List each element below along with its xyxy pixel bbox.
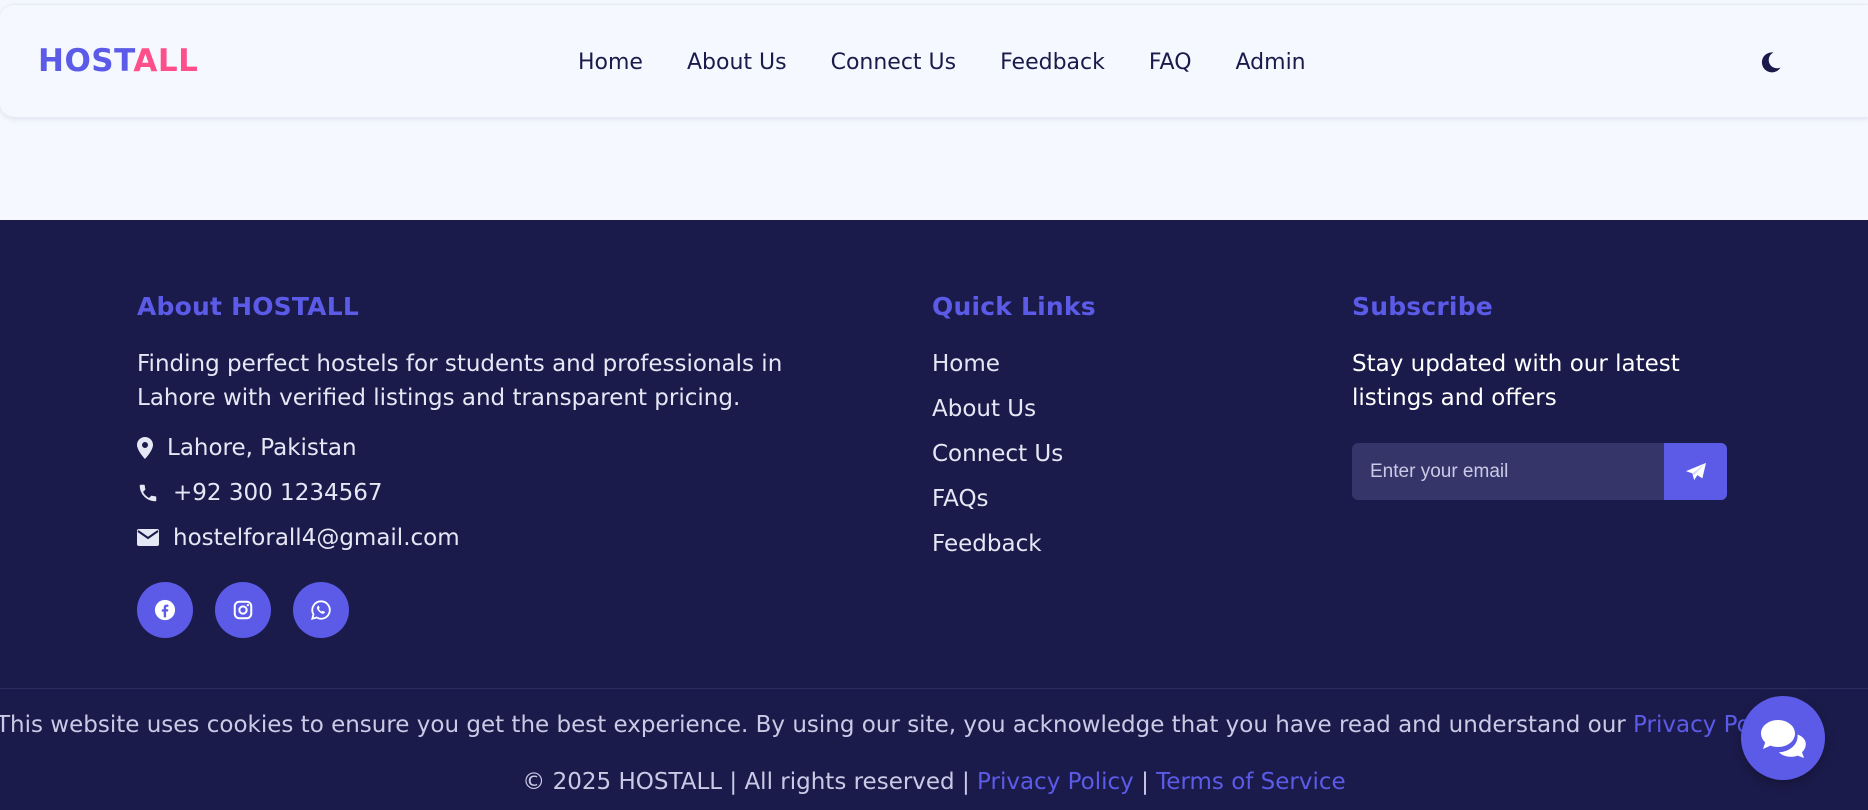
moon-icon (1761, 52, 1781, 73)
terms-of-service-link[interactable]: Terms of Service (1156, 769, 1346, 795)
email-text: hostelforall4@gmail.com (173, 524, 460, 551)
facebook-button[interactable] (137, 582, 193, 638)
subscribe-form (1352, 443, 1727, 500)
subscribe-heading: Subscribe (1352, 292, 1493, 321)
privacy-policy-link[interactable]: Privacy Policy (977, 769, 1134, 795)
site-footer: About HOSTALL Finding perfect hostels fo… (0, 220, 1868, 810)
quick-link-connect-us[interactable]: Connect Us (932, 437, 1096, 482)
main-nav: Home About Us Connect Us Feedback FAQ Ad… (578, 50, 1306, 75)
logo-all: ALL (133, 43, 199, 79)
copyright-text: © 2025 HOSTALL | All rights reserved | (522, 769, 978, 795)
location-text: Lahore, Pakistan (167, 434, 357, 461)
phone-icon (137, 482, 171, 504)
email-input[interactable] (1352, 443, 1664, 500)
whatsapp-button[interactable] (293, 582, 349, 638)
envelope-icon (137, 529, 171, 546)
logo-host: HOST (38, 43, 134, 79)
cookie-text: This website uses cookies to ensure you … (0, 712, 1634, 738)
quick-link-feedback[interactable]: Feedback (932, 527, 1096, 572)
subscribe-text: Stay updated with our latest listings an… (1352, 351, 1680, 411)
copyright-separator: | (1133, 769, 1157, 795)
subscribe-button[interactable] (1664, 443, 1727, 500)
instagram-button[interactable] (215, 582, 271, 638)
chat-button[interactable] (1741, 696, 1825, 780)
about-section: About HOSTALL Finding perfect hostels fo… (137, 292, 857, 638)
nav-admin[interactable]: Admin (1236, 50, 1306, 75)
nav-home[interactable]: Home (578, 50, 643, 75)
theme-toggle-button[interactable] (1758, 49, 1784, 75)
about-description: Finding perfect hostels for students and… (137, 351, 783, 411)
quick-link-faqs[interactable]: FAQs (932, 482, 1096, 527)
map-pin-icon (137, 436, 165, 459)
facebook-icon (154, 599, 176, 621)
whatsapp-icon (310, 600, 331, 621)
phone-row: +92 300 1234567 (137, 476, 857, 509)
nav-about-us[interactable]: About Us (687, 50, 787, 75)
nav-faq[interactable]: FAQ (1149, 50, 1192, 75)
social-links (137, 582, 857, 638)
logo[interactable]: HOSTALL (38, 43, 198, 79)
nav-feedback[interactable]: Feedback (1000, 50, 1105, 75)
site-header: HOSTALL Home About Us Connect Us Feedbac… (0, 4, 1868, 117)
footer-divider (0, 688, 1868, 689)
phone-text: +92 300 1234567 (173, 479, 383, 506)
email-row: hostelforall4@gmail.com (137, 521, 857, 554)
paper-plane-icon (1685, 462, 1706, 480)
about-heading: About HOSTALL (137, 292, 359, 321)
nav-connect-us[interactable]: Connect Us (831, 50, 957, 75)
chat-bubbles-icon (1761, 720, 1806, 758)
quick-links-list: Home About Us Connect Us FAQs Feedback (932, 347, 1096, 572)
copyright: © 2025 HOSTALL | All rights reserved | P… (0, 769, 1868, 795)
quick-link-about-us[interactable]: About Us (932, 392, 1096, 437)
cookie-notice: This website uses cookies to ensure you … (0, 712, 1794, 738)
quick-links-section: Quick Links Home About Us Connect Us FAQ… (932, 292, 1096, 572)
subscribe-section: Subscribe Stay updated with our latest l… (1352, 292, 1732, 500)
instagram-icon (233, 600, 253, 620)
location-row: Lahore, Pakistan (137, 431, 857, 464)
quick-link-home[interactable]: Home (932, 347, 1096, 392)
quick-links-heading: Quick Links (932, 292, 1096, 321)
